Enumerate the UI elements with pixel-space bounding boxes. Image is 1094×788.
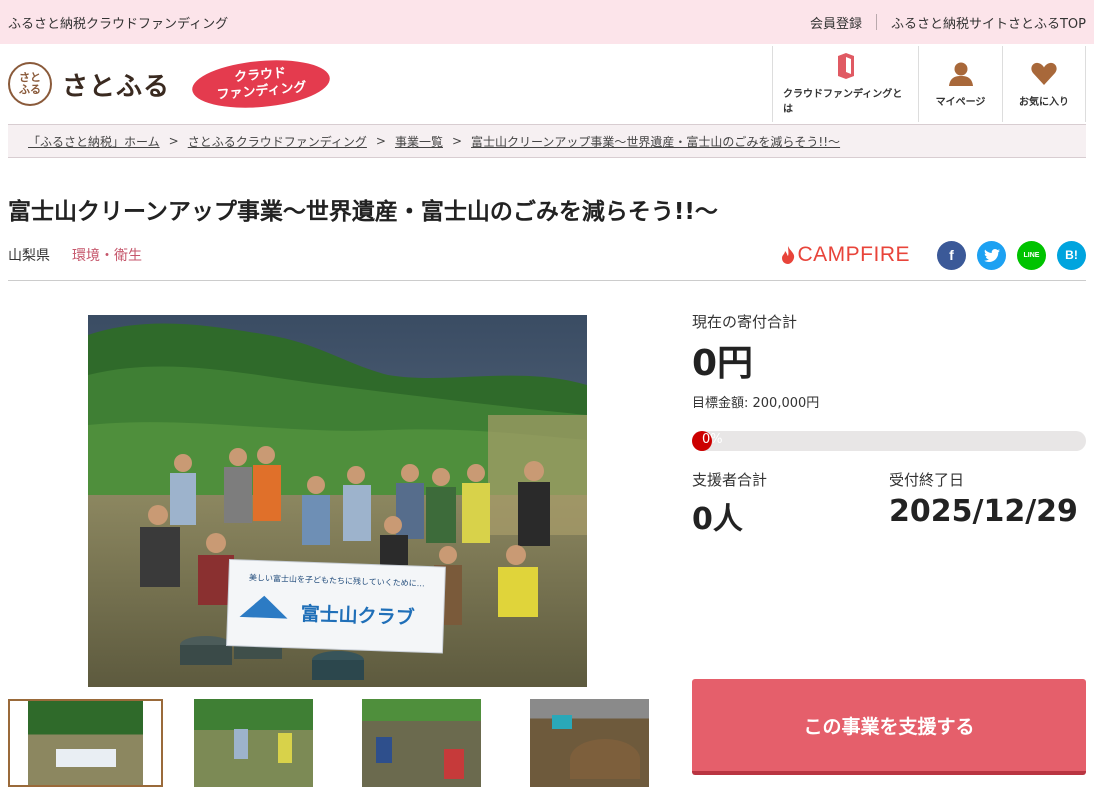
satofull-top-link[interactable]: ふるさと納税サイトさとふるTOP [891, 13, 1086, 32]
funding-stats: 現在の寄付合計 0円 目標金額: 200,000円 0% 支援者合計 0人 受付… [692, 311, 1086, 538]
nav-mypage[interactable]: マイページ [918, 46, 1002, 122]
breadcrumb-home[interactable]: 「ふるさと納税」ホーム [28, 133, 160, 150]
crowdfunding-badge: クラウド ファンディング [190, 55, 332, 113]
top-links: 会員登録 ふるさと納税サイトさとふるTOP [810, 13, 1086, 32]
thumbnail[interactable] [8, 699, 163, 787]
flame-icon [782, 246, 795, 264]
breadcrumb-separator: > [375, 134, 386, 148]
book-icon [836, 53, 856, 79]
nav-label: クラウドファンディングとは [783, 89, 903, 115]
share-glyph: f [949, 247, 954, 263]
top-strip: ふるさと納税クラウドファンディング 会員登録 ふるさと納税サイトさとふるTOP [0, 0, 1094, 44]
breadcrumb-crowdfunding[interactable]: さとふるクラウドファンディング [188, 133, 367, 150]
breadcrumb-separator: > [168, 134, 179, 148]
register-link[interactable]: 会員登録 [810, 13, 862, 32]
site-name: ふるさと納税クラウドファンディング [8, 16, 229, 32]
thumbnail[interactable] [512, 699, 667, 787]
deadline-label: 受付終了日 [889, 471, 965, 489]
nav-favorites[interactable]: お気に入り [1002, 46, 1086, 122]
breadcrumb-project-list[interactable]: 事業一覧 [395, 133, 443, 150]
support-project-button[interactable]: この事業を支援する [692, 679, 1086, 775]
facebook-icon[interactable]: f [937, 240, 966, 270]
nav-about-crowdfunding[interactable]: クラウドファンディングとは [772, 46, 918, 122]
twitter-bird [983, 248, 1000, 262]
total-value: 0円 [692, 343, 754, 384]
supporters-block: 支援者合計 0人 [692, 469, 889, 538]
logo-seal-text: さと ふる [19, 71, 41, 96]
project-meta: 山梨県 環境・衛生 CAMPFIRE f LINE B! [8, 240, 1086, 270]
progress-bar: 0% [692, 431, 1086, 451]
group-photo-image: 美しい富士山を子どもたちに残していくために… 富士山クラブ [88, 315, 587, 687]
hatena-icon[interactable]: B! [1057, 240, 1086, 270]
nav-label: お気に入り [1019, 96, 1069, 108]
twitter-icon[interactable] [977, 240, 1006, 270]
header: さと ふる さとふる クラウド ファンディング クラウドファンディングとは マイ… [0, 44, 1094, 124]
total-label: 現在の寄付合計 [692, 313, 798, 331]
line-icon[interactable]: LINE [1017, 240, 1046, 270]
share-glyph: LINE [1023, 251, 1040, 259]
person-icon [948, 61, 974, 87]
logo-text: さとふる [62, 71, 171, 102]
share-bar: CAMPFIRE f LINE B! [781, 240, 1086, 270]
badge-line-2: ファンディング [216, 80, 308, 103]
share-glyph: B! [1065, 248, 1078, 262]
campfire-text: CAMPFIRE [797, 243, 910, 266]
nav-label: マイページ [935, 96, 986, 108]
link-divider [875, 14, 877, 30]
breadcrumb-separator: > [451, 134, 463, 148]
thumbnail[interactable] [176, 699, 331, 787]
goal-amount: 目標金額: 200,000円 [692, 396, 820, 411]
breadcrumb-current[interactable]: 富士山クリーンアップ事業〜世界遺産・富士山のごみを減らそう!!〜 [471, 133, 840, 150]
category-link[interactable]: 環境・衛生 [72, 245, 142, 265]
page-title: 富士山クリーンアップ事業〜世界遺産・富士山のごみを減らそう!!〜 [8, 199, 718, 225]
progress-percent: 0% [702, 432, 723, 447]
prefecture-label: 山梨県 [8, 248, 50, 264]
banner-title: 富士山クラブ [300, 602, 415, 629]
header-nav: クラウドファンディングとは マイページ お気に入り [772, 46, 1086, 122]
project-photo: 美しい富士山を子どもたちに残していくために… 富士山クラブ [88, 315, 587, 687]
thumbnail[interactable] [344, 699, 499, 787]
breadcrumb: 「ふるさと納税」ホーム > さとふるクラウドファンディング > 事業一覧 > 富… [8, 124, 1086, 158]
deadline-value: 2025/12/29 [889, 494, 1078, 529]
heart-icon [1031, 61, 1057, 87]
project-main: 美しい富士山を子どもたちに残していくために… 富士山クラブ 現在の寄付合計 0円… [0, 281, 1094, 787]
campfire-logo: CAMPFIRE [781, 243, 910, 267]
brand[interactable]: さと ふる さとふる クラウド ファンディング [8, 55, 332, 113]
thumbnail-strip [8, 699, 680, 787]
deadline-block: 受付終了日 2025/12/29 [889, 469, 1086, 538]
logo-seal: さと ふる [8, 62, 52, 106]
supporters-label: 支援者合計 [692, 471, 768, 489]
supporters-value: 0人 [692, 502, 743, 537]
